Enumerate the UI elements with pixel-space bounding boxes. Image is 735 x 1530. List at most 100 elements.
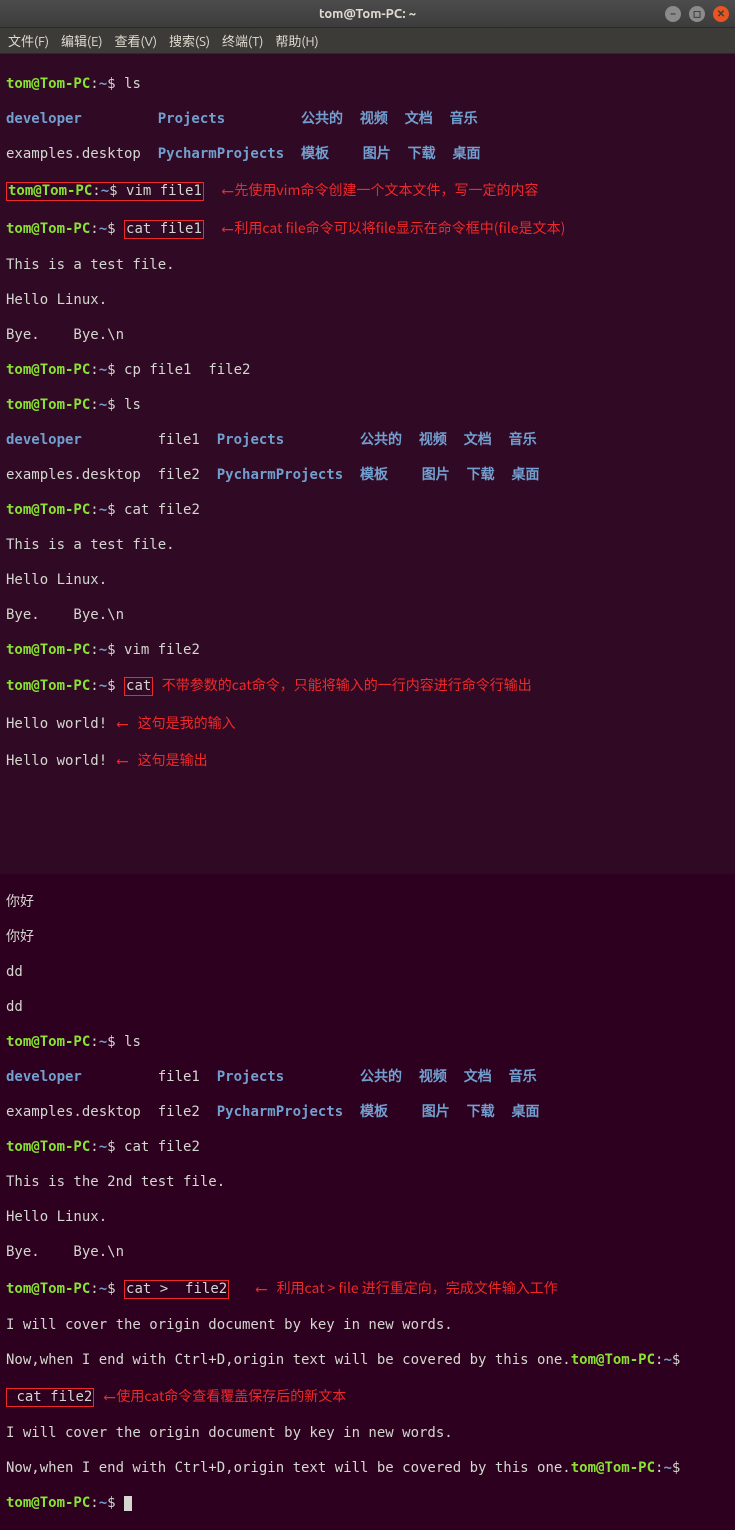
ls-dir: 公共的 [360,432,402,448]
window-controls: – ◻ ✕ [665,6,729,22]
ls-dir: PycharmProjects [217,1104,343,1120]
cat-stdin: 你好 [6,894,729,912]
ls-dir: 桌面 [452,146,480,162]
highlight-box: cat [124,677,153,697]
menu-view[interactable]: 查看(V) [115,31,157,50]
cmd-cat-bare: cat [126,678,151,694]
file-content: Bye. Bye.\n [6,327,729,345]
cat-stdout: Hello world! [6,753,107,769]
annotation: 不带参数的cat命令，只能将输入的一行内容进行命令行输出 [162,675,532,695]
annotation: 利用cat > file 进行重定向，完成文件输入工作 [277,1278,558,1298]
ls-dir: 图片 [422,1104,450,1120]
file-content: This is a test file. [6,537,729,555]
ls-dir: Projects [158,111,225,127]
highlight-box: cat > file2 [124,1280,229,1300]
file-content: Hello Linux. [6,1209,729,1227]
cmd-vim-file1: vim file1 [126,183,202,199]
arrow-icon: ⟵ [256,1279,266,1299]
ls-dir: developer [6,432,82,448]
maximize-button[interactable]: ◻ [689,6,705,22]
prompt-user: tom@Tom-PC [6,76,90,92]
ls-dir: developer [6,1069,82,1085]
file-content: Bye. Bye.\n [6,1244,729,1262]
menu-help[interactable]: 帮助(H) [275,31,318,50]
annotation: 这句是输出 [138,750,208,770]
ls-dir: 模板 [301,146,329,162]
ls-dir: 文档 [405,111,433,127]
ls-dir: 下载 [467,467,495,483]
arrow-icon: ⟵ [118,751,128,771]
terminal-area[interactable]: tom@Tom-PC:~$ ls developer Projects 公共的 … [0,54,735,874]
window-titlebar: tom@Tom-PC: ~ – ◻ ✕ [0,0,735,28]
cmd-cat-file1: cat file1 [126,221,202,237]
menubar: 文件(F) 编辑(E) 查看(V) 搜索(S) 终端(T) 帮助(H) [0,28,735,54]
ls-dir: 视频 [419,432,447,448]
ls-dir: PycharmProjects [158,146,284,162]
cmd-ls: ls [124,76,141,92]
ls-dir: 视频 [419,1069,447,1085]
menu-file[interactable]: 文件(F) [8,31,49,50]
ls-file: file1 [158,1069,200,1085]
annotation: 这句是我的输入 [138,713,236,733]
ls-dir: 模板 [360,1104,388,1120]
ls-dir: 图片 [363,146,391,162]
annotation: 先使用vim命令创建一个文本文件，写一定的内容 [234,180,538,200]
cat-stdout: dd [6,999,729,1017]
highlight-box: cat file2 [6,1388,94,1408]
cmd-cat-redirect: cat > file2 [126,1281,227,1297]
close-button[interactable]: ✕ [713,6,729,22]
ls-dir: 公共的 [301,111,343,127]
prompt-path: ~ [99,76,107,92]
menu-terminal[interactable]: 终端(T) [222,31,263,50]
file-content: Bye. Bye.\n [6,607,729,625]
redirect-input: Now,when I end with Ctrl+D,origin text w… [6,1352,571,1368]
redirect-input: I will cover the origin document by key … [6,1317,729,1335]
ls-dir: 图片 [422,467,450,483]
ls-file: file1 [158,432,200,448]
file-content: This is a test file. [6,257,729,275]
ls-dir: 音乐 [450,111,478,127]
ls-dir: 下载 [408,146,436,162]
menu-search[interactable]: 搜索(S) [169,31,210,50]
ls-dir: 文档 [464,432,492,448]
ls-dir: 桌面 [511,1104,539,1120]
window-title: tom@Tom-PC: ~ [319,7,416,21]
ls-dir: Projects [217,432,284,448]
ls-dir: PycharmProjects [217,467,343,483]
file-content: Hello Linux. [6,572,729,590]
menu-edit[interactable]: 编辑(E) [61,31,102,50]
ls-dir: 音乐 [509,1069,537,1085]
annotation: 使用cat命令查看覆盖保存后的新文本 [116,1386,346,1406]
cmd-ls: ls [124,397,141,413]
ls-dir: 视频 [360,111,388,127]
cat-stdout: 你好 [6,929,729,947]
ls-file: examples.desktop [6,146,141,162]
file-content: Now,when I end with Ctrl+D,origin text w… [6,1460,571,1476]
ls-file: examples.desktop [6,1104,141,1120]
cmd-cat-file2: cat file2 [124,1139,200,1155]
cat-stdin: Hello world! [6,716,107,732]
ls-dir: developer [6,111,82,127]
ls-dir: 模板 [360,467,388,483]
cursor [124,1496,132,1511]
ls-file: file2 [158,1104,200,1120]
minimize-button[interactable]: – [665,6,681,22]
ls-file: examples.desktop [6,467,141,483]
ls-dir: 桌面 [511,467,539,483]
cmd-cp: cp file1 file2 [124,362,250,378]
ls-file: file2 [158,467,200,483]
annotation: 利用cat file命令可以将file显示在命令框中(file是文本) [234,218,565,238]
highlight-box: cat file1 [124,220,204,240]
ls-dir: 公共的 [360,1069,402,1085]
file-content: Hello Linux. [6,292,729,310]
ls-dir: 下载 [467,1104,495,1120]
highlight-box: tom@Tom-PC:~$ vim file1 [6,182,204,202]
cmd-vim-file2: vim file2 [124,642,200,658]
ls-dir: 文档 [464,1069,492,1085]
file-content: This is the 2nd test file. [6,1174,729,1192]
file-content: I will cover the origin document by key … [6,1425,729,1443]
ls-dir: 音乐 [509,432,537,448]
cmd-ls: ls [124,1034,141,1050]
cat-stdin: dd [6,964,729,982]
cmd-cat-file2: cat file2 [16,1389,92,1405]
